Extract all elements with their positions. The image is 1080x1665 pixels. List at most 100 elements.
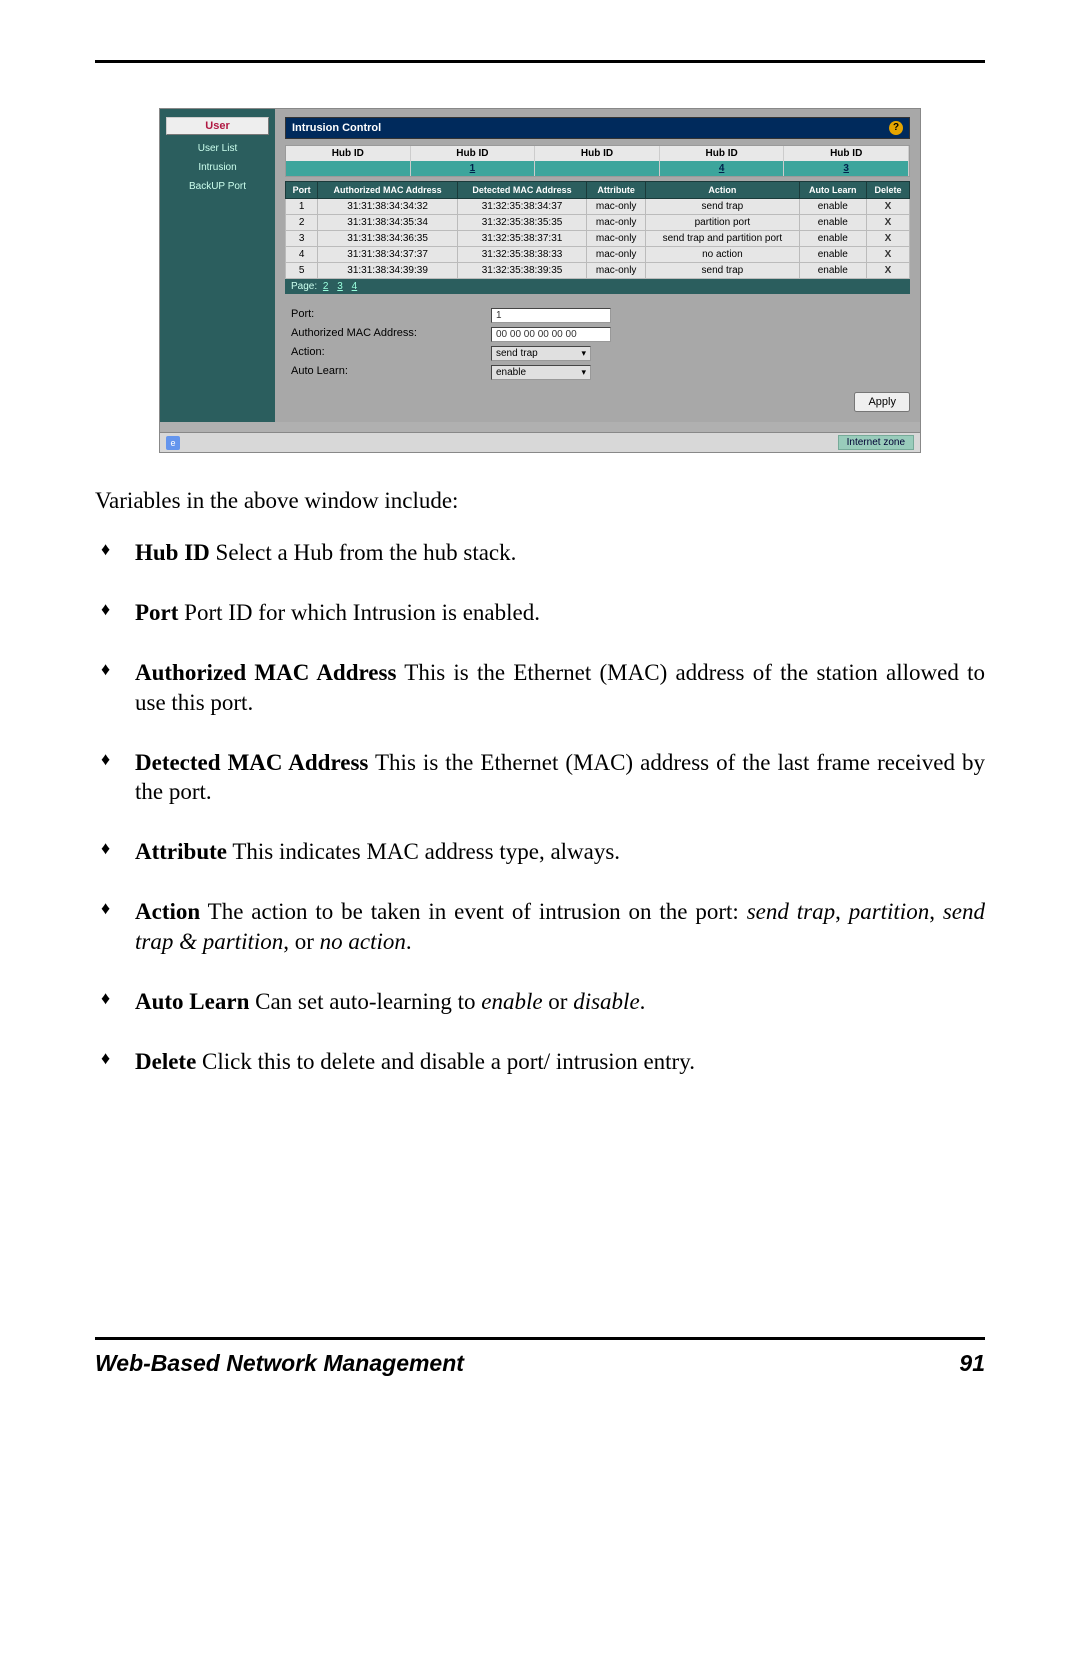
pager-label: Page: <box>291 281 317 292</box>
screenshot-main: Intrusion Control ? Hub ID Hub ID Hub ID… <box>275 109 920 422</box>
col-del: Delete <box>866 182 909 199</box>
cell-auto: enable <box>799 231 866 247</box>
cell-auto: enable <box>799 215 866 231</box>
form-auth-input[interactable]: 00 00 00 00 00 00 <box>491 327 611 342</box>
list-item: Delete Click this to delete and disable … <box>95 1047 985 1077</box>
list-item: Authorized MAC Address This is the Ether… <box>95 658 985 718</box>
cell-action: send trap <box>646 263 799 279</box>
hub-id-tabs: Hub ID Hub ID Hub ID Hub ID Hub ID 1 4 3 <box>285 145 910 177</box>
intrusion-form: Port: 1 Authorized MAC Address: 00 00 00… <box>285 306 910 412</box>
italic-term: send trap <box>747 899 835 924</box>
term: Auto Learn <box>135 989 249 1014</box>
term: Attribute <box>135 839 227 864</box>
table-row: 131:31:38:34:34:3231:32:35:38:34:37mac-o… <box>286 199 910 215</box>
cell-port: 1 <box>286 199 318 215</box>
intro-text: Variables in the above window include: <box>95 488 985 514</box>
form-auth-label: Authorized MAC Address: <box>291 327 491 342</box>
hub-label-2: Hub ID <box>411 146 536 161</box>
sidebar-item-userlist[interactable]: User List <box>166 139 269 158</box>
panel-title-bar: Intrusion Control ? <box>285 117 910 139</box>
cell-attr: mac-only <box>587 247 646 263</box>
status-zone: Internet zone <box>838 435 914 450</box>
term: Authorized MAC Address <box>135 660 396 685</box>
italic-term: no action <box>320 929 406 954</box>
form-action-select[interactable]: send trap <box>491 346 591 361</box>
form-auto-select[interactable]: enable <box>491 365 591 380</box>
cell-auto: enable <box>799 263 866 279</box>
sidebar-item-intrusion[interactable]: Intrusion <box>166 158 269 177</box>
footer-title: Web-Based Network Management <box>95 1350 464 1377</box>
intrusion-table: Port Authorized MAC Address Detected MAC… <box>285 181 910 279</box>
sidebar-item-backupport[interactable]: BackUP Port <box>166 177 269 196</box>
cell-action: no action <box>646 247 799 263</box>
cell-port: 3 <box>286 231 318 247</box>
pager: Page: 2 3 4 <box>285 279 910 294</box>
cell-det: 31:32:35:38:38:33 <box>457 247 586 263</box>
cell-action: partition port <box>646 215 799 231</box>
screenshot-sidebar: User User List Intrusion BackUP Port <box>160 109 275 422</box>
sidebar-tab-user[interactable]: User <box>166 117 269 135</box>
delete-button[interactable]: X <box>866 199 909 215</box>
delete-button[interactable]: X <box>866 263 909 279</box>
cell-attr: mac-only <box>587 231 646 247</box>
cell-auth: 31:31:38:34:35:34 <box>318 215 458 231</box>
delete-button[interactable]: X <box>866 215 909 231</box>
hub-value-2[interactable]: 1 <box>411 161 536 176</box>
term: Detected MAC Address <box>135 750 368 775</box>
cell-det: 31:32:35:38:39:35 <box>457 263 586 279</box>
col-attr: Attribute <box>587 182 646 199</box>
ie-icon: e <box>166 436 180 450</box>
hub-label-4: Hub ID <box>660 146 785 161</box>
italic-term: disable <box>573 989 639 1014</box>
pager-link-2[interactable]: 2 <box>320 281 332 292</box>
delete-button[interactable]: X <box>866 247 909 263</box>
pager-link-3[interactable]: 3 <box>334 281 346 292</box>
apply-button[interactable]: Apply <box>854 392 910 412</box>
cell-action: send trap and partition port <box>646 231 799 247</box>
hub-value-4[interactable]: 4 <box>660 161 785 176</box>
form-port-input[interactable]: 1 <box>491 308 611 323</box>
cell-auto: enable <box>799 199 866 215</box>
form-auto-label: Auto Learn: <box>291 365 491 380</box>
help-icon[interactable]: ? <box>889 121 903 135</box>
table-row: 431:31:38:34:37:3731:32:35:38:38:33mac-o… <box>286 247 910 263</box>
cell-attr: mac-only <box>587 199 646 215</box>
cell-auth: 31:31:38:34:39:39 <box>318 263 458 279</box>
pager-link-4[interactable]: 4 <box>349 281 361 292</box>
list-item: Attribute This indicates MAC address typ… <box>95 837 985 867</box>
list-item: Port Port ID for which Intrusion is enab… <box>95 598 985 628</box>
top-rule <box>95 60 985 63</box>
list-item: Action The action to be taken in event o… <box>95 897 985 957</box>
hub-value-3[interactable] <box>535 161 660 176</box>
hub-value-1[interactable] <box>286 161 411 176</box>
term: Port <box>135 600 178 625</box>
variable-list: Hub ID Select a Hub from the hub stack. P… <box>95 538 985 1077</box>
term: Delete <box>135 1049 196 1074</box>
cell-action: send trap <box>646 199 799 215</box>
hub-label-1: Hub ID <box>286 146 411 161</box>
cell-det: 31:32:35:38:35:35 <box>457 215 586 231</box>
col-det: Detected MAC Address <box>457 182 586 199</box>
cell-auto: enable <box>799 247 866 263</box>
screenshot-figure: User User List Intrusion BackUP Port Int… <box>159 108 921 453</box>
page-number: 91 <box>959 1350 985 1377</box>
italic-term: partition <box>849 899 930 924</box>
table-row: 231:31:38:34:35:3431:32:35:38:35:35mac-o… <box>286 215 910 231</box>
col-auth: Authorized MAC Address <box>318 182 458 199</box>
table-row: 331:31:38:34:36:3531:32:35:38:37:31mac-o… <box>286 231 910 247</box>
hub-label-5: Hub ID <box>784 146 909 161</box>
list-item: Detected MAC Address This is the Etherne… <box>95 748 985 808</box>
status-bar: e Internet zone <box>160 432 920 452</box>
cell-auth: 31:31:38:34:37:37 <box>318 247 458 263</box>
col-port: Port <box>286 182 318 199</box>
cell-attr: mac-only <box>587 263 646 279</box>
cell-auth: 31:31:38:34:36:35 <box>318 231 458 247</box>
delete-button[interactable]: X <box>866 231 909 247</box>
cell-auth: 31:31:38:34:34:32 <box>318 199 458 215</box>
list-item: Hub ID Select a Hub from the hub stack. <box>95 538 985 568</box>
cell-port: 4 <box>286 247 318 263</box>
form-action-label: Action: <box>291 346 491 361</box>
col-auto: Auto Learn <box>799 182 866 199</box>
hub-value-5[interactable]: 3 <box>784 161 909 176</box>
cell-attr: mac-only <box>587 215 646 231</box>
